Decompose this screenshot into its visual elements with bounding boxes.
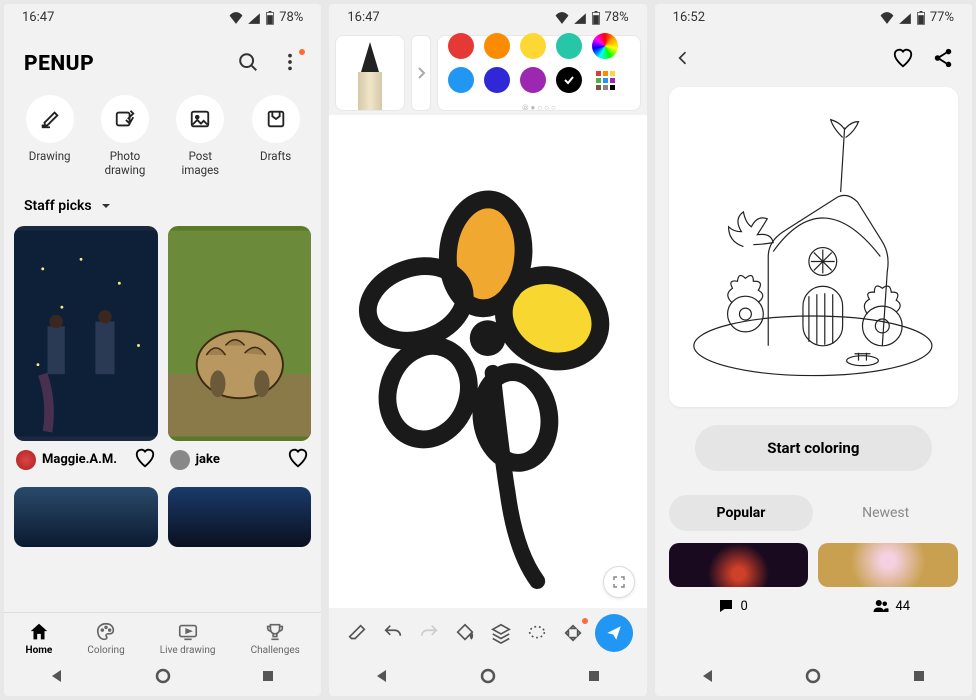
art-card[interactable] [168, 487, 312, 547]
avatar [16, 450, 36, 470]
coloring-result-thumb[interactable] [669, 543, 809, 587]
recents-button[interactable] [911, 668, 927, 688]
status-icons: 77% [880, 10, 954, 25]
status-bar: 16:52 77% [655, 4, 972, 31]
coloring-template[interactable] [669, 87, 958, 407]
fill-icon[interactable] [451, 619, 479, 647]
quick-action-drafts[interactable]: Drafts [243, 95, 309, 178]
color-blue[interactable] [484, 67, 510, 93]
color-red[interactable] [448, 33, 474, 59]
palette-pager: ⦾ ● ○ ○ ○ [448, 103, 629, 113]
system-nav [4, 658, 321, 696]
nav-challenges[interactable]: Challenges [251, 621, 300, 656]
nav-home[interactable]: Home [26, 621, 53, 656]
nav-live-drawing[interactable]: Live drawing [160, 621, 216, 656]
color-black-selected[interactable] [556, 67, 582, 93]
back-button[interactable] [700, 668, 716, 688]
back-button[interactable] [49, 668, 65, 688]
art-card[interactable]: jake [168, 226, 312, 479]
coloring-result-thumb[interactable] [818, 543, 958, 587]
more-icon[interactable] [279, 51, 301, 77]
coloring-header [655, 31, 972, 83]
section-dropdown[interactable]: Staff picks [4, 190, 321, 222]
recents-button[interactable] [260, 668, 276, 688]
transform-icon[interactable] [559, 619, 587, 647]
people-count[interactable]: 44 [872, 597, 911, 615]
status-bar: 16:47 78% [4, 4, 321, 31]
lasso-icon[interactable] [523, 619, 551, 647]
color-rainbow[interactable] [592, 33, 618, 59]
expand-brushes-icon[interactable] [411, 35, 431, 111]
status-time: 16:47 [347, 10, 379, 25]
redo-icon[interactable] [415, 619, 443, 647]
heart-icon[interactable] [134, 447, 156, 473]
quick-action-post-images[interactable]: Post images [167, 95, 233, 178]
system-nav [329, 658, 646, 696]
status-bar: 16:47 78% [329, 4, 646, 31]
comments-count[interactable]: 0 [717, 597, 748, 615]
color-orange[interactable] [484, 33, 510, 59]
color-more[interactable] [592, 67, 618, 93]
fullscreen-icon[interactable] [603, 566, 635, 598]
undo-icon[interactable] [379, 619, 407, 647]
drawing-bottom-tools [329, 608, 646, 658]
color-yellow[interactable] [520, 33, 546, 59]
eraser-icon[interactable] [343, 619, 371, 647]
color-purple[interactable] [520, 67, 546, 93]
color-lightblue[interactable] [448, 67, 474, 93]
app-header: PENUP [4, 31, 321, 91]
back-icon[interactable] [673, 48, 693, 72]
send-button[interactable] [595, 614, 633, 652]
quick-action-photo-drawing[interactable]: Photo drawing [92, 95, 158, 178]
recents-button[interactable] [586, 668, 602, 688]
status-icons: 78% [229, 10, 303, 25]
nav-coloring[interactable]: Coloring [87, 621, 124, 656]
search-icon[interactable] [237, 51, 259, 77]
penup-home-screen: 16:47 78% PENUP Drawing Photo drawing [4, 4, 321, 696]
layers-icon[interactable] [487, 619, 515, 647]
drawing-screen: 16:47 78% ⦾ ● ○ ○ ○ [329, 4, 646, 696]
stats-bar: 0 44 [655, 591, 972, 619]
art-card[interactable] [14, 487, 158, 547]
color-palette: ⦾ ● ○ ○ ○ [437, 35, 640, 111]
tab-popular[interactable]: Popular [669, 495, 814, 531]
avatar [170, 450, 190, 470]
home-button[interactable] [155, 668, 171, 688]
art-card[interactable]: Maggie.A.M. [14, 226, 158, 479]
status-time: 16:52 [673, 10, 705, 25]
status-time: 16:47 [22, 10, 54, 25]
drawing-canvas[interactable] [329, 115, 646, 608]
art-image [168, 226, 312, 441]
drawing-toolbar: ⦾ ● ○ ○ ○ [329, 31, 646, 115]
bottom-nav: Home Coloring Live drawing Challenges [4, 612, 321, 658]
system-nav [655, 658, 972, 696]
app-title: PENUP [24, 52, 94, 76]
start-coloring-button[interactable]: Start coloring [695, 425, 932, 471]
heart-icon[interactable] [287, 447, 309, 473]
back-button[interactable] [374, 668, 390, 688]
home-button[interactable] [480, 668, 496, 688]
sort-tabs: Popular Newest [669, 495, 958, 531]
art-image [14, 226, 158, 441]
home-button[interactable] [805, 668, 821, 688]
chevron-down-icon [100, 200, 112, 212]
tab-newest[interactable]: Newest [813, 495, 958, 531]
quick-action-drawing[interactable]: Drawing [17, 95, 83, 178]
heart-icon[interactable] [892, 47, 914, 73]
brush-selector[interactable] [335, 35, 405, 111]
share-icon[interactable] [932, 47, 954, 73]
status-icons: 78% [555, 10, 629, 25]
color-teal[interactable] [556, 33, 582, 59]
coloring-screen: 16:52 77% [655, 4, 972, 696]
quick-actions: Drawing Photo drawing Post images Drafts [4, 91, 321, 190]
